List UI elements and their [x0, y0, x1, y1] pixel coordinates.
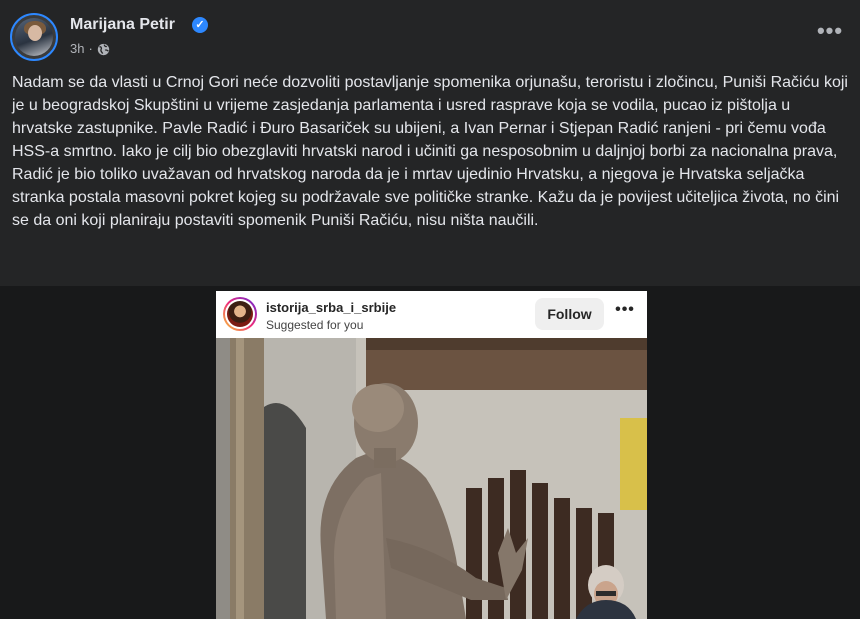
instagram-header: istorija_srba_i_srbije Suggested for you… [216, 291, 647, 338]
instagram-more-icon[interactable]: ••• [614, 301, 636, 323]
post-text: Nadam se da vlasti u Crnoj Gori neće doz… [12, 74, 848, 229]
author-avatar[interactable] [10, 13, 58, 61]
post-more-button[interactable]: ••• [812, 20, 848, 50]
avatar-photo [15, 18, 53, 56]
instagram-username[interactable]: istorija_srba_i_srbije [266, 300, 396, 315]
instagram-avatar[interactable] [223, 297, 257, 331]
instagram-avatar-ring [225, 299, 255, 329]
statue-photo [216, 338, 647, 619]
globe-icon[interactable] [97, 43, 110, 56]
instagram-suggested-label: Suggested for you [266, 318, 364, 332]
verified-badge-icon: ✓ [192, 17, 208, 33]
follow-button[interactable]: Follow [535, 298, 604, 330]
post-time[interactable]: 3h [70, 41, 84, 57]
instagram-avatar-image [227, 301, 253, 327]
post-header: Marijana Petir ✓ 3h · ••• [0, 0, 860, 64]
author-name[interactable]: Marijana Petir [70, 15, 175, 35]
post-meta: 3h · [70, 41, 110, 57]
avatar-face [28, 25, 42, 41]
meta-separator: · [88, 41, 93, 56]
post-media[interactable]: istorija_srba_i_srbije Suggested for you… [0, 286, 860, 619]
instagram-embed[interactable]: istorija_srba_i_srbije Suggested for you… [216, 291, 647, 619]
